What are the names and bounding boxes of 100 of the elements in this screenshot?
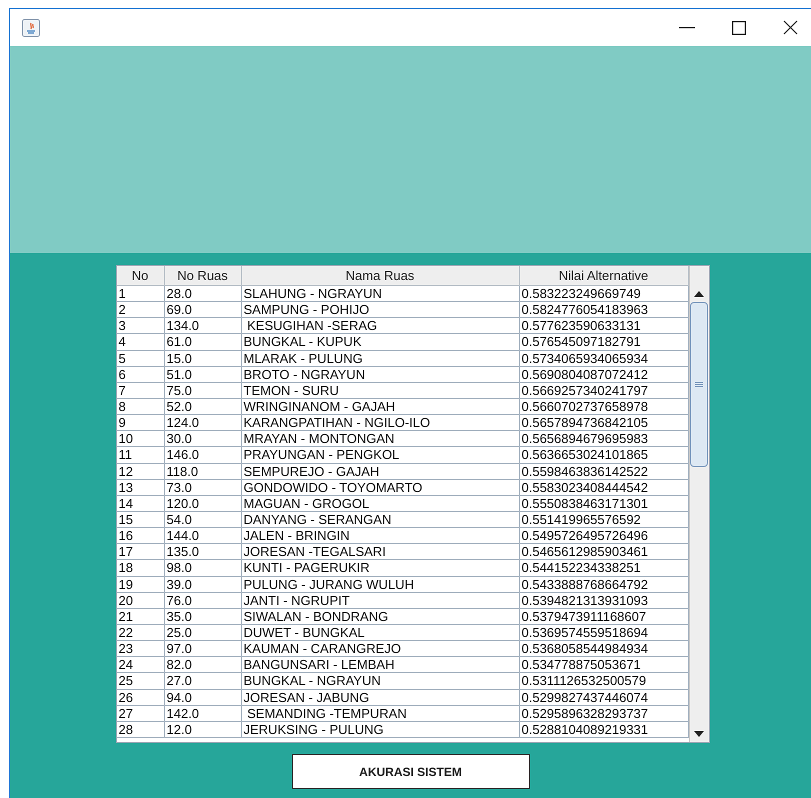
table-cell: 75.0 xyxy=(164,382,242,399)
close-icon[interactable] xyxy=(783,20,798,35)
table-cell: 11 xyxy=(116,447,164,464)
table-cell: 0.5495726495726496 xyxy=(520,528,688,544)
table-cell: 0.5369574559518694 xyxy=(520,624,688,642)
column-header[interactable]: Nilai Alternative xyxy=(520,266,688,286)
table-cell: JANTI - NGRUPIT xyxy=(242,592,520,609)
table-cell: 0.5299827437446074 xyxy=(520,690,688,706)
table-cell: 0.5690804087072412 xyxy=(520,366,688,383)
table-cell: GONDOWIDO - TOYOMARTO xyxy=(242,480,520,496)
table-cell: 39.0 xyxy=(164,576,242,593)
table-cell: 15 xyxy=(116,512,164,528)
table-cell: 0.5465612985903461 xyxy=(520,544,688,560)
scrollbar[interactable] xyxy=(688,266,708,742)
table-cell: SEMANDING -TEMPURAN xyxy=(242,706,520,722)
table-cell: 25.0 xyxy=(164,624,242,642)
table-cell: 0.5656894679695983 xyxy=(520,431,688,448)
table-cell: 28 xyxy=(116,722,164,738)
table-cell: 0.5311126532500579 xyxy=(520,673,688,690)
table-cell: BANGUNSARI - LEMBAH xyxy=(242,657,520,674)
table-cell: 0.5824776054183963 xyxy=(520,302,688,318)
minimize-icon[interactable] xyxy=(679,26,695,28)
scroll-down-icon[interactable] xyxy=(694,731,704,737)
table-cell: 24 xyxy=(116,657,164,674)
table-cell: 30.0 xyxy=(164,431,242,448)
table-cell: 118.0 xyxy=(164,464,242,480)
table-cell: PRAYUNGAN - PENGKOL xyxy=(242,447,520,464)
table-cell: 8 xyxy=(116,398,164,416)
table-cell: 21 xyxy=(116,608,164,625)
table-cell: 0.5734065934065934 xyxy=(520,350,688,367)
table-cell: 19 xyxy=(116,576,164,593)
table-cell: 0.5598463836142522 xyxy=(520,464,688,480)
table-cell: BUNGKAL - NGRAYUN xyxy=(242,673,520,690)
table-cell: 12 xyxy=(116,464,164,480)
table-cell: 0.5379473911168607 xyxy=(520,608,688,625)
table-cell: 146.0 xyxy=(164,447,242,464)
table-cell: WRINGINANOM - GAJAH xyxy=(242,398,520,416)
column-header[interactable]: No xyxy=(116,266,164,286)
table-cell: 27 xyxy=(116,706,164,722)
akurasi-sistem-button[interactable]: AKURASI SISTEM xyxy=(292,754,530,789)
table-cell: 0.5368058544984934 xyxy=(520,641,688,658)
table-cell: 0.5288104089219331 xyxy=(520,722,688,738)
table-cell: 0.577623590633131 xyxy=(520,318,688,334)
scroll-thumb[interactable] xyxy=(690,302,708,467)
table-cell: BUNGKAL - KUPUK xyxy=(242,334,520,351)
table-cell: 23 xyxy=(116,641,164,658)
table-cell: 0.544152234338251 xyxy=(520,560,688,577)
table-cell: 76.0 xyxy=(164,592,242,609)
table-cell: SLAHUNG - NGRAYUN xyxy=(242,286,520,302)
table-cell: BROTO - NGRAYUN xyxy=(242,366,520,383)
table-cell: MRAYAN - MONTONGAN xyxy=(242,431,520,448)
table-cell: 61.0 xyxy=(164,334,242,351)
table-cell: 54.0 xyxy=(164,512,242,528)
table-cell: 94.0 xyxy=(164,690,242,706)
scroll-up-icon[interactable] xyxy=(694,291,704,297)
table-cell: 0.576545097182791 xyxy=(520,334,688,351)
table-cell: 12.0 xyxy=(164,722,242,738)
table-cell: 0.5636653024101865 xyxy=(520,447,688,464)
table-cell: 135.0 xyxy=(164,544,242,560)
table-cell: 73.0 xyxy=(164,480,242,496)
table-cell: 142.0 xyxy=(164,706,242,722)
table-cell: PULUNG - JURANG WULUH xyxy=(242,576,520,593)
table-cell: 1 xyxy=(116,286,164,302)
table-cell: 0.583223249669749 xyxy=(520,286,688,302)
table-cell: 3 xyxy=(116,318,164,334)
table-cell: 0.551419965576592 xyxy=(520,512,688,528)
table-cell: 15.0 xyxy=(164,350,242,367)
table-cell: KUNTI - PAGERUKIR xyxy=(242,560,520,577)
table-cell: 9 xyxy=(116,415,164,432)
table-cell: DUWET - BUNGKAL xyxy=(242,624,520,642)
table-cell: 17 xyxy=(116,544,164,560)
app-icon xyxy=(22,18,40,36)
table-cell: 51.0 xyxy=(164,366,242,383)
table-cell: JALEN - BRINGIN xyxy=(242,528,520,544)
table-cell: 27.0 xyxy=(164,673,242,690)
table-cell: JERUKSING - PULUNG xyxy=(242,722,520,738)
column-header[interactable]: Nama Ruas xyxy=(242,266,520,286)
table-cell: 97.0 xyxy=(164,641,242,658)
table-cell: 0.534778875053671 xyxy=(520,657,688,674)
table-cell: 98.0 xyxy=(164,560,242,577)
table-cell: 5 xyxy=(116,350,164,367)
table-cell: 20 xyxy=(116,592,164,609)
table-cell: 0.5660702737658978 xyxy=(520,398,688,416)
table-cell: 0.5433888768664792 xyxy=(520,576,688,593)
table-cell: JORESAN -TEGALSARI xyxy=(242,544,520,560)
table-cell: 18 xyxy=(116,560,164,577)
table-cell: 10 xyxy=(116,431,164,448)
column-header[interactable]: No Ruas xyxy=(164,266,242,286)
table-cell: 14 xyxy=(116,496,164,512)
table-cell: 82.0 xyxy=(164,657,242,674)
table-cell: 69.0 xyxy=(164,302,242,318)
table-cell: SAMPUNG - POHIJO xyxy=(242,302,520,318)
table-cell: 28.0 xyxy=(164,286,242,302)
table-cell: 26 xyxy=(116,690,164,706)
table-cell: 0.5295896328293737 xyxy=(520,706,688,722)
table-cell: 0.5657894736842105 xyxy=(520,415,688,432)
table-cell: 35.0 xyxy=(164,608,242,625)
maximize-icon[interactable] xyxy=(732,20,746,34)
table-cell: TEMON - SURU xyxy=(242,382,520,399)
table-cell: MAGUAN - GROGOL xyxy=(242,496,520,512)
